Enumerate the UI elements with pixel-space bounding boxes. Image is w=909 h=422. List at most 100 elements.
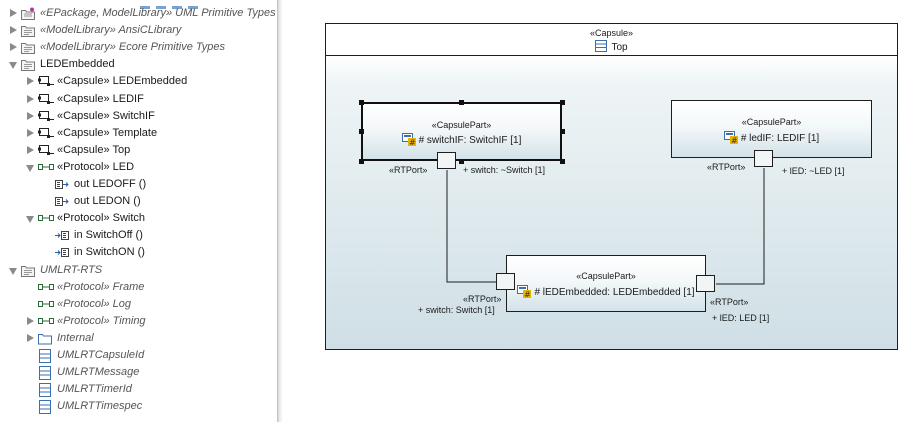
collapse-arrow-icon[interactable] (25, 142, 35, 159)
tree-item-label: «Capsule» LEDIF (57, 92, 144, 105)
port-name: + switch: ~Switch [1] (463, 165, 546, 175)
collapse-arrow-icon[interactable] (8, 39, 18, 56)
tree-item[interactable]: «Capsule» LEDEmbedded (0, 73, 277, 90)
in-event-icon (55, 227, 71, 244)
port-ledembedded-led[interactable] (696, 275, 715, 292)
out-event-icon (55, 176, 71, 193)
tree-item-label: UMLRT-RTS (40, 263, 103, 276)
selection-handle[interactable] (560, 129, 565, 134)
collapse-arrow-icon[interactable] (8, 22, 18, 39)
in-event-icon (55, 244, 71, 261)
tree-item-label: UMLRTMessage (57, 366, 140, 379)
selection-handle[interactable] (560, 159, 565, 164)
capsule-part-switchif[interactable]: «CapsulePart» # # switchIF: SwitchIF [1] (361, 102, 562, 161)
selection-handle[interactable] (359, 129, 364, 134)
part-stereotype: «CapsulePart» (431, 120, 492, 130)
tree-item[interactable]: UMLRTCapsuleId (0, 347, 277, 364)
tree-item[interactable]: UMLRTMessage (0, 364, 277, 381)
capsule-part-icon: # (723, 131, 738, 145)
collapse-arrow-icon[interactable] (25, 73, 35, 90)
svg-text:#: # (409, 138, 416, 146)
tree-item[interactable]: «Capsule» Template (0, 125, 277, 142)
tree-item-label: «EPackage, ModelLibrary» UML Primitive T… (40, 7, 276, 19)
tree-item[interactable]: «ModelLibrary» AnsiCLibrary (0, 22, 277, 39)
part-name-row: # # switchIF: SwitchIF [1] (363, 132, 560, 147)
tree-item-label: «Capsule» SwitchIF (57, 109, 155, 122)
tree-item-label: «Protocol» Frame (57, 280, 145, 293)
tree-item[interactable]: «Capsule» LEDIF (0, 91, 277, 108)
capsule-part-ledembedded[interactable]: «CapsulePart» # # lEDEmbedded: LEDEmbedd… (506, 255, 706, 312)
port-stereotype: «RTPort» (389, 165, 428, 175)
tree-item[interactable]: out LEDOFF () (0, 176, 277, 193)
capsule-icon (38, 125, 54, 142)
selection-handle[interactable] (359, 100, 364, 105)
expand-arrow-icon[interactable] (8, 262, 18, 279)
capsule-stereotype: «Capsule» (589, 28, 634, 38)
tree-item[interactable]: in SwitchON () (0, 244, 277, 261)
collapse-arrow-icon[interactable] (25, 125, 35, 142)
expand-arrow-icon[interactable] (25, 210, 35, 227)
capsule-icon (38, 91, 54, 108)
protocol-icon (38, 159, 54, 176)
tree-item[interactable]: «Protocol» Log (0, 296, 277, 313)
collapse-arrow-icon[interactable] (25, 91, 35, 108)
port-switchif-switch[interactable] (437, 152, 456, 169)
tree-item-label: «Capsule» LEDEmbedded (57, 75, 188, 88)
collapse-arrow-icon[interactable] (8, 5, 18, 22)
protocol-icon (38, 210, 54, 227)
tree-item[interactable]: «ModelLibrary» Ecore Primitive Types (0, 39, 277, 56)
tree-item-label: «Protocol» Switch (57, 212, 146, 225)
svg-text:#: # (524, 290, 531, 298)
tree-item-label: in SwitchON () (74, 246, 145, 259)
tree-item-label: «Protocol» LED (57, 160, 135, 173)
tree-item[interactable]: «Protocol» LED (0, 159, 277, 176)
selection-handle[interactable] (560, 100, 565, 105)
protocol-icon (38, 313, 54, 330)
port-ledif-led[interactable] (754, 150, 773, 167)
part-name-row: # # ledIF: LEDIF [1] (672, 130, 871, 145)
tree-item[interactable]: UMLRTTimerId (0, 381, 277, 398)
tree-item-label: «Capsule» Template (57, 126, 158, 139)
port-name: + lED: LED [1] (712, 313, 770, 323)
tree-item[interactable]: LEDEmbedded (0, 56, 277, 73)
model-library-icon (21, 39, 37, 56)
model-explorer-tree[interactable]: «EPackage, ModelLibrary» UML Primitive T… (0, 0, 277, 422)
selection-handle[interactable] (459, 159, 464, 164)
tree-item[interactable]: UMLRTTimespec (0, 398, 277, 415)
expand-arrow-icon[interactable] (8, 56, 18, 73)
tree-item[interactable]: UMLRT-RTS (0, 262, 277, 279)
selection-handle[interactable] (459, 100, 464, 105)
tree-item-label: «ModelLibrary» Ecore Primitive Types (40, 41, 226, 54)
part-stereotype: «CapsulePart» (741, 117, 802, 127)
class-icon (38, 398, 54, 415)
collapse-arrow-icon[interactable] (25, 108, 35, 125)
tree-item[interactable]: «Protocol» Timing (0, 313, 277, 330)
tree-item[interactable]: «Capsule» SwitchIF (0, 108, 277, 125)
structure-diagram-canvas[interactable]: «Capsule» Top «CapsulePart» # # switchIF… (282, 0, 909, 422)
port-ledembedded-switch[interactable] (496, 273, 515, 290)
selection-handle[interactable] (359, 159, 364, 164)
expand-arrow-icon[interactable] (25, 159, 35, 176)
model-library-icon (21, 56, 37, 73)
collapse-arrow-icon[interactable] (25, 330, 35, 347)
collapse-arrow-icon[interactable] (25, 313, 35, 330)
tree-item-label: «Capsule» Top (57, 143, 131, 156)
part-name: # switchIF: SwitchIF [1] (418, 135, 522, 146)
port-name: + switch: Switch [1] (418, 305, 495, 315)
protocol-icon (38, 296, 54, 313)
tree-item[interactable]: Internal (0, 330, 277, 347)
tree-item[interactable]: «Protocol» Switch (0, 210, 277, 227)
svg-text:#: # (731, 136, 738, 144)
model-library-icon (21, 262, 37, 279)
tree-item-label: «Protocol» Timing (57, 314, 146, 327)
tree-item-label: out LEDOFF () (74, 178, 147, 190)
port-name: + lED: ~LED [1] (782, 166, 845, 176)
tree-item[interactable]: «EPackage, ModelLibrary» UML Primitive T… (0, 5, 277, 22)
tree-item[interactable]: «Capsule» Top (0, 142, 277, 159)
tree-item[interactable]: in SwitchOff () (0, 227, 277, 244)
port-stereotype: «RTPort» (710, 297, 749, 307)
tree-item[interactable]: «Protocol» Frame (0, 279, 277, 296)
tree-item-label: Internal (57, 331, 94, 344)
toolbar-strip (140, 0, 250, 9)
tree-item[interactable]: out LEDON () (0, 193, 277, 210)
